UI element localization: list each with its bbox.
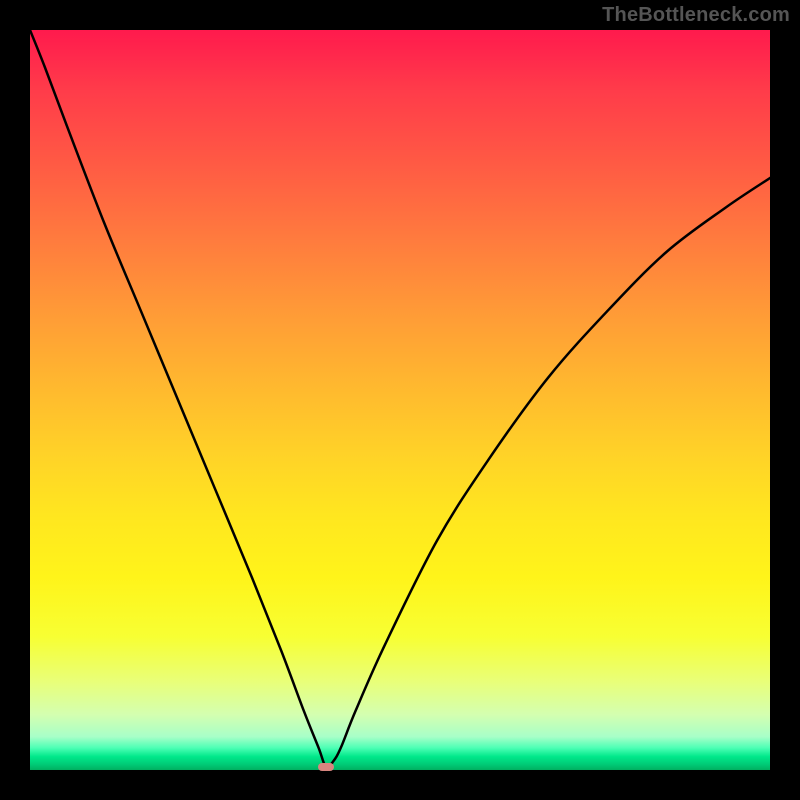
kink-marker <box>318 763 334 771</box>
plot-area <box>30 30 770 770</box>
chart-frame: TheBottleneck.com <box>0 0 800 800</box>
watermark-text: TheBottleneck.com <box>602 4 790 27</box>
bottleneck-curve <box>30 30 770 770</box>
